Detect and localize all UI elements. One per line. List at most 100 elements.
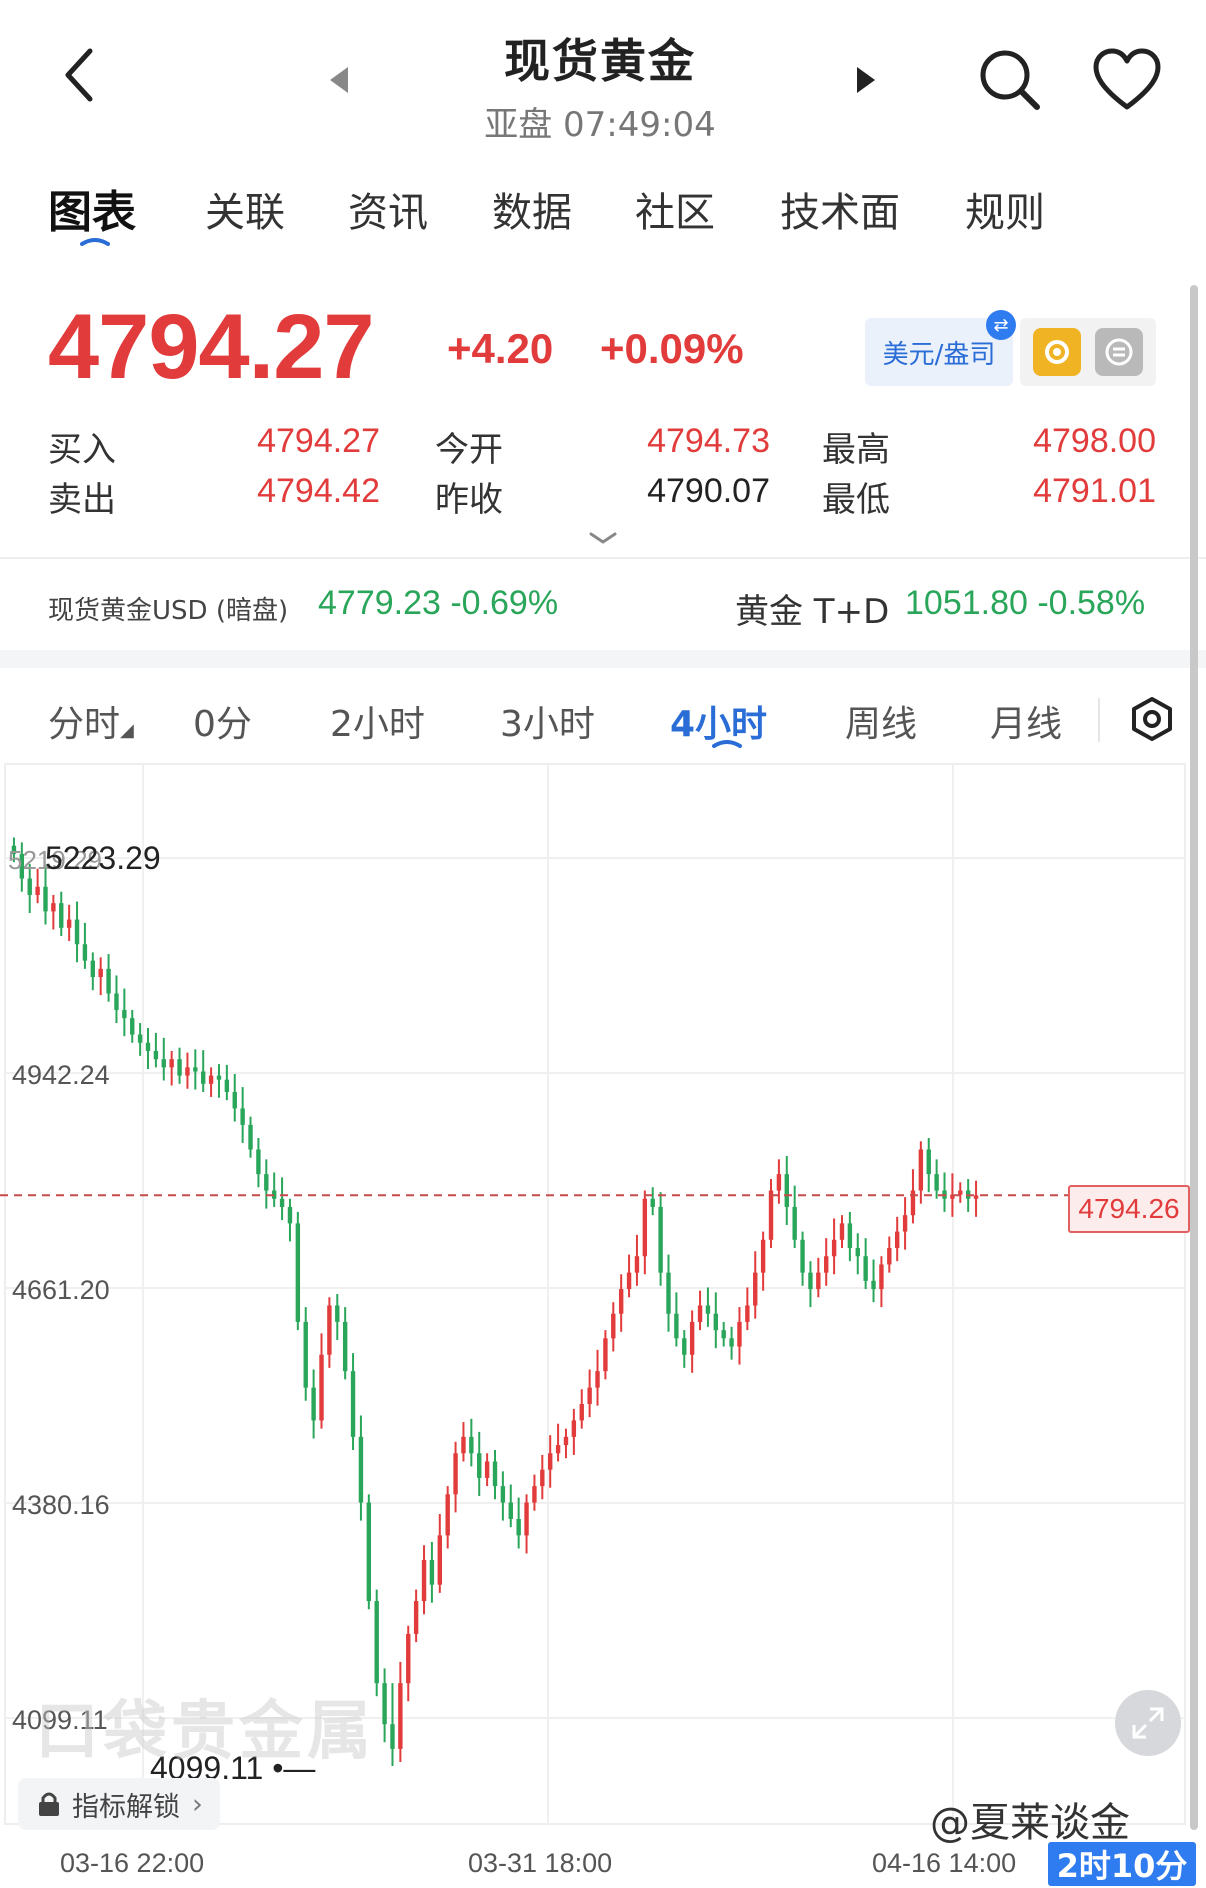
candle-body [264, 1174, 269, 1191]
price-change-percent: +0.09% [600, 325, 744, 372]
candle-body [66, 919, 72, 928]
candle-body [784, 1174, 789, 1207]
x-tick-label: 03-16 22:00 [60, 1848, 205, 1878]
candle-body [887, 1248, 892, 1265]
page-title: 现货黄金 [504, 34, 696, 88]
candle-body [295, 1223, 301, 1322]
candle-body [240, 1108, 245, 1125]
chart-settings-button[interactable] [1128, 695, 1176, 743]
candle-body [469, 1436, 474, 1454]
refresh-icon[interactable] [1033, 328, 1081, 376]
bar-countdown: 2时10分 [1048, 1842, 1196, 1886]
hexagon-settings-icon [1132, 697, 1172, 741]
candle-body [382, 1683, 387, 1725]
candle-body [666, 1272, 671, 1314]
candle-body [169, 1059, 174, 1068]
tab-rules[interactable]: 规则 [965, 180, 1045, 238]
period-intraday[interactable]: 分时◢ [48, 695, 134, 747]
swap-icon: ⇄ [986, 310, 1016, 340]
candle-body [634, 1256, 640, 1273]
chevron-down-icon[interactable] [585, 528, 621, 548]
next-instrument-button[interactable] [845, 60, 885, 100]
expand-icon [1132, 1707, 1164, 1739]
search-button[interactable] [975, 45, 1045, 115]
candle-body [902, 1215, 908, 1232]
active-tab-indicator [80, 238, 110, 246]
period-2h[interactable]: 2小时 [330, 695, 425, 747]
favorite-button[interactable] [1090, 45, 1165, 115]
candle-body [161, 1059, 166, 1068]
related-label-dark-pool: 现货黄金USD (暗盘) [48, 596, 289, 626]
candle-body [863, 1256, 868, 1281]
candle-body [335, 1305, 340, 1322]
candle-body [737, 1321, 742, 1347]
scrollbar[interactable] [1190, 285, 1198, 1830]
candle-body [311, 1387, 316, 1421]
candle-body [145, 1042, 151, 1051]
candle-body [958, 1190, 963, 1195]
x-tick-label: 03-31 18:00 [468, 1848, 613, 1878]
candle-body [82, 944, 88, 961]
candle-body [768, 1190, 774, 1240]
candle-body [437, 1535, 442, 1585]
current-price-tag: 4794.26 [1068, 1185, 1190, 1233]
candle-body [185, 1067, 190, 1076]
tab-community[interactable]: 社区 [635, 180, 715, 238]
unlock-indicators-button[interactable]: 指标解锁 › [18, 1778, 220, 1830]
candle-body [745, 1305, 750, 1322]
candle-body [279, 1198, 285, 1207]
candle-body [839, 1223, 845, 1240]
candle-body [524, 1502, 529, 1536]
candle-body [540, 1469, 545, 1487]
period-0min[interactable]: 0分 [193, 695, 252, 747]
open-value: 4794.73 [647, 422, 770, 460]
chevron-left-icon [65, 48, 93, 102]
candle-body [374, 1601, 379, 1684]
candle-body [366, 1502, 372, 1602]
candle-body [753, 1272, 758, 1306]
high-label: 最高 [822, 430, 890, 470]
candle-body [792, 1206, 797, 1240]
candle-body [216, 1075, 222, 1080]
candle-body [618, 1289, 624, 1314]
tab-news[interactable]: 资讯 [348, 180, 428, 238]
chevron-right-icon: › [192, 1788, 203, 1820]
triangle-left-icon [330, 67, 348, 93]
period-3h[interactable]: 3小时 [500, 695, 595, 747]
candle-body [106, 968, 111, 994]
candle-body [398, 1683, 403, 1749]
candle-body [682, 1338, 687, 1355]
candle-body [350, 1371, 356, 1437]
candle-body [555, 1445, 561, 1454]
candle-body [713, 1313, 719, 1331]
back-button[interactable] [50, 40, 110, 110]
candle-body [342, 1321, 348, 1372]
previous-instrument-button[interactable] [320, 60, 360, 100]
candle-body [27, 878, 32, 895]
tab-technical[interactable]: 技术面 [780, 180, 900, 238]
candle-body [571, 1420, 577, 1437]
candle-body [122, 1009, 127, 1019]
period-week[interactable]: 周线 [845, 695, 917, 747]
related-value-dark-pool: 4779.23 -0.69% [318, 584, 559, 622]
period-month[interactable]: 月线 [990, 695, 1062, 747]
candle-body [808, 1272, 813, 1290]
tab-related[interactable]: 关联 [205, 180, 285, 238]
tab-data[interactable]: 数据 [492, 180, 572, 238]
exchange-icon[interactable] [1095, 328, 1143, 376]
prev-close-label: 昨收 [435, 480, 503, 520]
candle-body [43, 886, 48, 912]
candle-body [800, 1239, 805, 1273]
low-label: 最低 [822, 480, 890, 520]
open-label: 今开 [435, 430, 503, 470]
candle-body [918, 1149, 924, 1191]
candle-body [358, 1436, 364, 1503]
fullscreen-button[interactable] [1115, 1690, 1181, 1756]
chart-max-label: 5223.29 [45, 840, 161, 876]
candle-body [760, 1239, 766, 1273]
candle-body [232, 1092, 237, 1109]
candle-body [973, 1195, 979, 1199]
related-quotes[interactable]: 现货黄金USD (暗盘) 4779.23 -0.69% 黄金 T+D 1051.… [0, 560, 1206, 650]
tab-chart[interactable]: 图表 [48, 176, 136, 240]
related-label-td: 黄金 T+D [735, 592, 890, 632]
